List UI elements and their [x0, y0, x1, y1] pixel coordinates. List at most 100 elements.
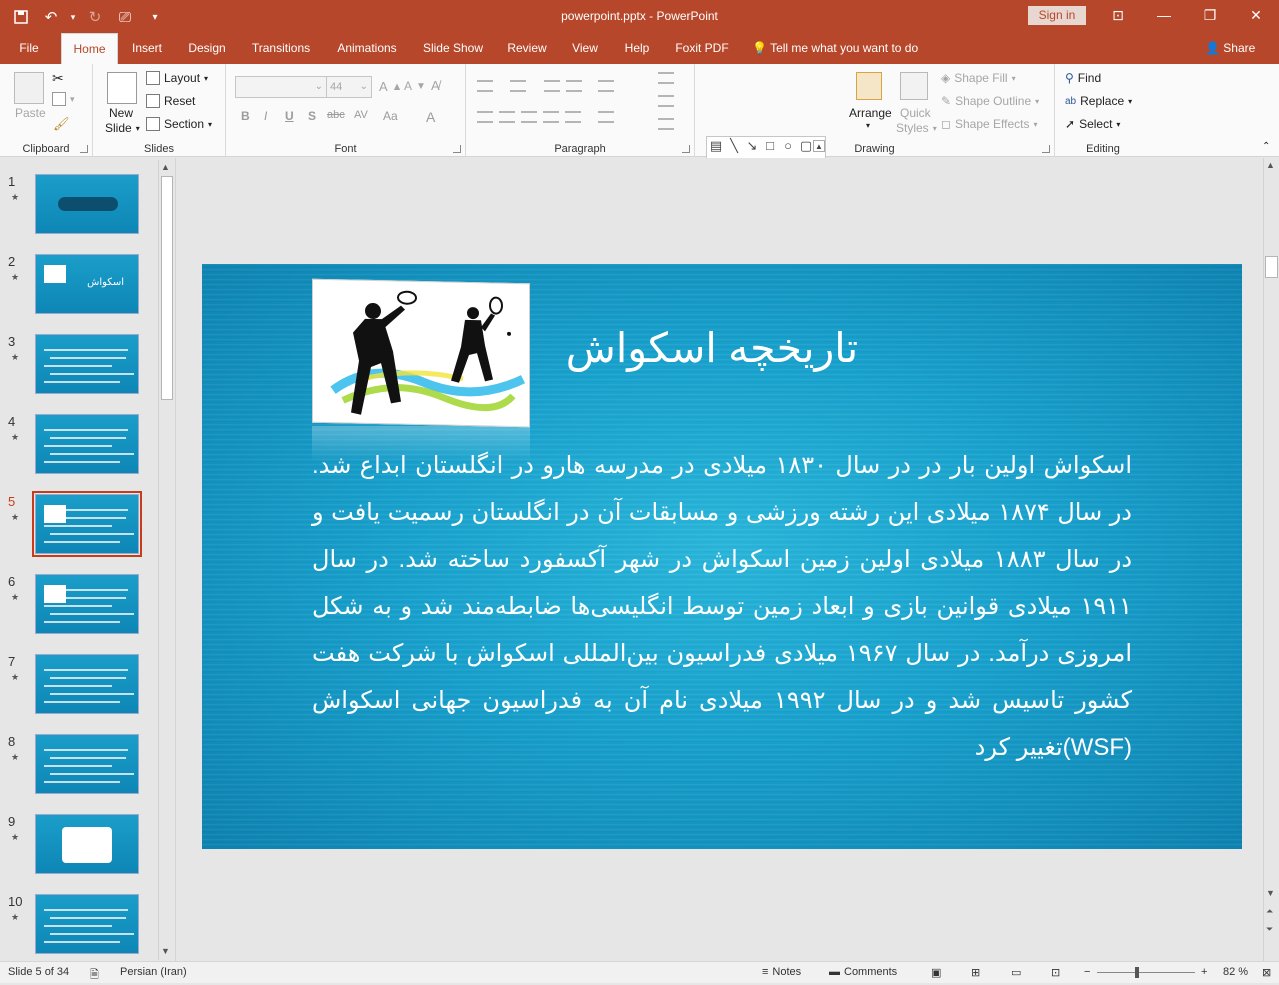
- zoom-out-icon[interactable]: −: [1084, 966, 1090, 978]
- tab-transitions[interactable]: Transitions: [246, 33, 316, 64]
- language-indicator[interactable]: Persian (Iran): [120, 966, 187, 978]
- bullets-icon[interactable]: [477, 80, 493, 92]
- font-color-button[interactable]: A: [426, 109, 435, 125]
- text-direction-icon[interactable]: [658, 72, 674, 84]
- text-box-shape-icon[interactable]: ▤: [709, 139, 723, 152]
- tab-slide-show[interactable]: Slide Show: [418, 33, 488, 64]
- tab-help[interactable]: Help: [618, 33, 656, 64]
- font-name-combo[interactable]: ⌄: [235, 76, 327, 98]
- restore-icon[interactable]: ❐: [1187, 0, 1233, 30]
- align-right-icon[interactable]: [521, 111, 537, 123]
- zoom-in-icon[interactable]: +: [1201, 966, 1207, 978]
- editor-scroll-down-icon[interactable]: ▼: [1266, 888, 1275, 898]
- arrange-button[interactable]: Arrange: [849, 106, 892, 120]
- thumbnail-scrollbar[interactable]: ▲ ▼: [158, 160, 174, 960]
- select-button[interactable]: ➚ Select ▾: [1065, 117, 1120, 131]
- tab-insert[interactable]: Insert: [124, 33, 170, 64]
- increase-font-size-icon[interactable]: A ▲: [379, 79, 402, 94]
- comments-button[interactable]: ▬ Comments: [829, 966, 897, 978]
- slide-thumbnail-7[interactable]: [35, 654, 139, 714]
- shape-fill-button[interactable]: ◈ Shape Fill ▾: [941, 71, 1016, 85]
- slide-thumbnail-4[interactable]: [35, 414, 139, 474]
- fit-slide-icon[interactable]: ⊠: [1262, 966, 1271, 979]
- layout-button[interactable]: Layout ▾: [146, 71, 208, 85]
- slide-body-text[interactable]: اسکواش اولین بار در در سال ۱۸۳۰ میلادی د…: [312, 442, 1132, 771]
- slide-thumbnail-2[interactable]: اسکواش: [35, 254, 139, 314]
- ribbon-display-options-icon[interactable]: ⊡: [1095, 0, 1141, 30]
- next-slide-icon[interactable]: ⏷: [1266, 924, 1273, 935]
- shape-outline-button[interactable]: ✎ Shape Outline ▾: [941, 94, 1039, 108]
- quick-styles-button[interactable]: Styles ▾: [896, 121, 937, 135]
- paste-icon[interactable]: [14, 72, 44, 104]
- scroll-down-icon[interactable]: ▼: [161, 946, 170, 956]
- close-icon[interactable]: ✕: [1233, 0, 1279, 30]
- tab-view[interactable]: View: [565, 33, 605, 64]
- zoom-slider[interactable]: [1097, 972, 1195, 973]
- quick-styles-label-1[interactable]: Quick: [900, 106, 931, 120]
- underline-button[interactable]: U: [285, 109, 294, 123]
- slide-show-icon[interactable]: ⊡: [1051, 966, 1060, 979]
- reset-button[interactable]: Reset: [146, 94, 195, 108]
- notes-button[interactable]: ≡ Notes: [762, 966, 801, 978]
- new-slide-label-1[interactable]: New: [109, 106, 133, 120]
- scroll-up-icon[interactable]: ▲: [161, 162, 170, 172]
- zoom-slider-knob[interactable]: [1135, 967, 1139, 978]
- find-button[interactable]: ⚲ Find: [1065, 71, 1101, 85]
- tab-file[interactable]: File: [8, 33, 50, 64]
- slide-thumbnail-9[interactable]: [35, 814, 139, 874]
- normal-view-icon[interactable]: ▣: [931, 966, 941, 979]
- font-launcher-icon[interactable]: [453, 145, 461, 153]
- slide-thumbnail-10[interactable]: [35, 894, 139, 954]
- zoom-level[interactable]: 82 %: [1223, 966, 1248, 978]
- align-center-icon[interactable]: [499, 111, 515, 123]
- new-slide-icon[interactable]: [107, 72, 137, 104]
- slide-title[interactable]: تاریخچه اسکواش: [542, 324, 882, 372]
- tab-foxit-pdf[interactable]: Foxit PDF: [671, 33, 733, 64]
- slide-thumbnail-3[interactable]: [35, 334, 139, 394]
- character-spacing-button[interactable]: AV: [354, 109, 368, 121]
- arrange-dropdown-icon[interactable]: ▾: [866, 121, 870, 130]
- tab-home[interactable]: Home: [61, 33, 118, 64]
- decrease-font-size-icon[interactable]: A ▼: [404, 79, 426, 93]
- decrease-indent-icon[interactable]: [544, 80, 560, 92]
- scrollbar-thumb[interactable]: [161, 176, 173, 400]
- quick-styles-icon[interactable]: [900, 72, 928, 100]
- convert-to-smartart-icon[interactable]: [658, 118, 674, 130]
- slide-thumbnail-6[interactable]: [35, 574, 139, 634]
- current-slide[interactable]: تاریخچه اسکواش اسکواش اولین بار در در سا…: [202, 264, 1242, 849]
- previous-slide-icon[interactable]: ⏶: [1266, 906, 1273, 917]
- rectangle-shape-icon[interactable]: □: [763, 139, 777, 152]
- rounded-rectangle-shape-icon[interactable]: ▢: [799, 139, 813, 152]
- drawing-launcher-icon[interactable]: [1042, 145, 1050, 153]
- paragraph-launcher-icon[interactable]: [682, 145, 690, 153]
- font-size-combo[interactable]: 44 ⌄: [326, 76, 372, 98]
- reading-view-icon[interactable]: ▭: [1011, 966, 1021, 979]
- copy-icon[interactable]: ▾: [52, 92, 75, 106]
- sign-in-button[interactable]: Sign in: [1028, 6, 1086, 25]
- arrange-icon[interactable]: [856, 72, 882, 100]
- increase-indent-icon[interactable]: [566, 80, 582, 92]
- tab-review[interactable]: Review: [503, 33, 551, 64]
- text-shadow-button[interactable]: S: [308, 109, 316, 123]
- tell-me-search[interactable]: 💡 Tell me what you want to do: [752, 33, 918, 64]
- line-shape-icon[interactable]: ╲: [727, 139, 741, 152]
- justify-icon[interactable]: [543, 111, 559, 123]
- slide-thumbnail-8[interactable]: [35, 734, 139, 794]
- numbering-icon[interactable]: [510, 80, 526, 92]
- new-slide-button[interactable]: Slide ▾: [105, 121, 140, 135]
- tab-design[interactable]: Design: [181, 33, 233, 64]
- strikethrough-button[interactable]: abc: [327, 109, 345, 121]
- replace-button[interactable]: ab Replace ▾: [1065, 94, 1132, 108]
- shape-effects-button[interactable]: ◻ Shape Effects ▾: [941, 117, 1037, 131]
- editor-scroll-up-icon[interactable]: ▲: [1266, 160, 1275, 170]
- paste-button[interactable]: Paste: [15, 106, 46, 120]
- format-painter-icon[interactable]: 🖌: [53, 116, 70, 132]
- tab-animations[interactable]: Animations: [330, 33, 404, 64]
- align-left-icon[interactable]: [477, 111, 493, 123]
- minimize-icon[interactable]: —: [1141, 0, 1187, 30]
- distributed-icon[interactable]: [565, 111, 581, 123]
- cut-icon[interactable]: ✂: [52, 70, 64, 87]
- slide-thumbnail-1[interactable]: [35, 174, 139, 234]
- italic-button[interactable]: I: [264, 109, 267, 123]
- slide-sorter-icon[interactable]: ⊞: [971, 966, 980, 979]
